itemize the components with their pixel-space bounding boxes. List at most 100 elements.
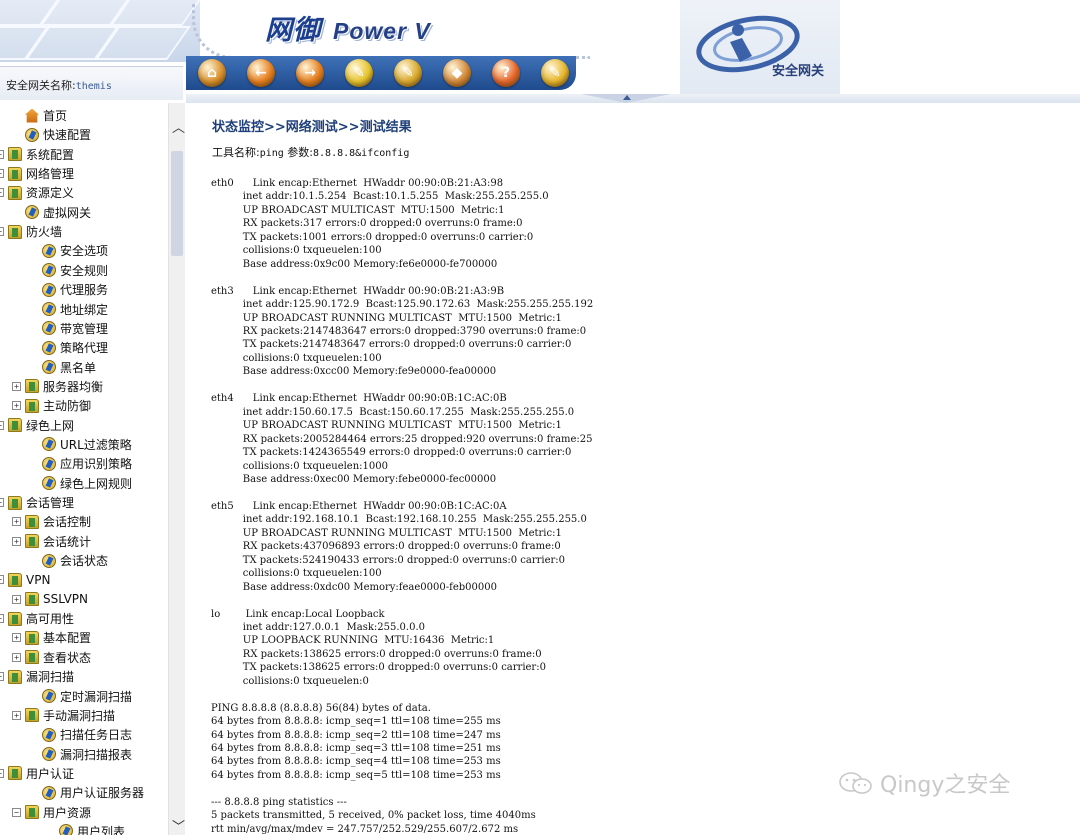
collapse-icon[interactable]: − xyxy=(0,614,4,624)
sidebar-item-17[interactable]: URL过滤策略 xyxy=(42,435,132,454)
sidebar-item-label: 用户列表 xyxy=(77,824,126,835)
sidebar-item-18[interactable]: 应用识别策略 xyxy=(42,454,132,473)
sidebar-nav: 首页快速配置 + 系统配置 + 网络管理 + 资源定义虚拟网关 − 防火墙安全选项安全规则代理服… xyxy=(0,103,168,835)
sidebar-item-30[interactable]: 定时漏洞扫描 xyxy=(42,687,132,706)
expand-icon[interactable]: + xyxy=(0,149,4,159)
expand-icon[interactable]: + xyxy=(0,169,4,179)
home-icon: ⌂ xyxy=(206,65,218,81)
sidebar-item-37[interactable]: 用户列表 xyxy=(59,822,125,835)
scrollbar-thumb[interactable] xyxy=(171,151,183,256)
sidebar-item-label: 漏洞扫描 xyxy=(26,670,75,685)
sidebar-item-21[interactable]: + 会话控制 xyxy=(12,512,91,531)
sidebar-item-5[interactable]: 虚拟网关 xyxy=(25,203,91,222)
sidebar-item-12[interactable]: 策略代理 xyxy=(42,338,108,357)
toolbar-back-button[interactable]: ← xyxy=(247,59,275,87)
sidebar-item-22[interactable]: + 会话统计 xyxy=(12,532,91,551)
sidebar-item-8[interactable]: 安全规则 xyxy=(42,261,108,280)
sidebar-item-1[interactable]: 快速配置 xyxy=(25,125,91,144)
sidebar-item-16[interactable]: − 绿色上网 xyxy=(0,416,74,435)
toolbar-edit-button[interactable]: ✎ xyxy=(394,59,422,87)
page-icon xyxy=(42,785,56,800)
sidebar-item-33[interactable]: 漏洞扫描报表 xyxy=(42,745,132,764)
sidebar-item-32[interactable]: 扫描任务日志 xyxy=(42,725,132,744)
sidebar-item-25[interactable]: + SSLVPN xyxy=(12,590,88,609)
expand-icon[interactable]: + xyxy=(12,594,21,604)
sidebar-item-label: 扫描任务日志 xyxy=(60,728,133,743)
folder-icon xyxy=(8,495,22,510)
brand-logo: 网御 Power V xyxy=(265,8,431,47)
toolbar-tools-button[interactable]: ✎ xyxy=(541,59,569,87)
breadcrumb: 状态监控>>网络测试>>测试结果 xyxy=(212,120,412,135)
sidebar-item-20[interactable]: − 会话管理 xyxy=(0,493,74,512)
page-icon xyxy=(59,824,73,835)
expand-icon[interactable]: + xyxy=(12,381,21,391)
sidebar-item-label: 首页 xyxy=(43,109,68,123)
sidebar-item-label: 虚拟网关 xyxy=(43,205,92,220)
tool-label: 工具名称: xyxy=(212,146,260,159)
param-label: 参数: xyxy=(283,146,314,159)
watermark: Qingy之安全 xyxy=(838,767,1010,799)
expand-icon[interactable]: + xyxy=(12,401,21,411)
sidebar-item-3[interactable]: + 网络管理 xyxy=(0,164,74,183)
expand-icon[interactable]: + xyxy=(0,188,4,198)
toolbar-pencil-button[interactable]: ✎ xyxy=(345,59,373,87)
sidebar-item-31[interactable]: + 手动漏洞扫描 xyxy=(12,706,115,725)
sidebar-item-24[interactable]: − VPN xyxy=(0,570,50,589)
sidebar-scrollbar[interactable]: ︿ ﹀ xyxy=(168,103,185,835)
sidebar-item-label: 基本配置 xyxy=(43,631,92,646)
collapse-icon[interactable]: − xyxy=(0,227,4,237)
sidebar-item-2[interactable]: + 系统配置 xyxy=(0,145,74,164)
sidebar-item-label: 用户认证服务器 xyxy=(60,786,145,801)
collapse-icon[interactable]: − xyxy=(0,575,4,585)
scroll-up-icon[interactable]: ︿ xyxy=(172,117,185,136)
sidebar-item-9[interactable]: 代理服务 xyxy=(42,280,108,299)
expand-icon[interactable]: + xyxy=(12,517,21,527)
collapse-icon[interactable]: − xyxy=(0,498,4,507)
sidebar-item-34[interactable]: − 用户认证 xyxy=(0,764,74,783)
expand-icon[interactable]: + xyxy=(12,710,21,720)
sidebar-item-36[interactable]: − 用户资源 xyxy=(12,803,91,822)
folder-icon xyxy=(25,592,39,607)
sidebar-item-10[interactable]: 地址绑定 xyxy=(42,300,108,319)
sidebar-item-15[interactable]: + 主动防御 xyxy=(12,396,91,415)
sidebar-item-14[interactable]: + 服务器均衡 xyxy=(12,377,103,396)
sidebar-item-label: 用户认证 xyxy=(26,766,75,781)
expand-icon[interactable]: + xyxy=(12,536,21,546)
sidebar-item-6[interactable]: − 防火墙 xyxy=(0,222,62,241)
collapse-arrow-icon[interactable] xyxy=(623,95,631,100)
collapse-icon[interactable]: − xyxy=(0,420,4,430)
sidebar-item-label: 会话状态 xyxy=(60,554,109,569)
sidebar-item-13[interactable]: 黑名单 xyxy=(42,358,96,377)
sidebar-item-4[interactable]: + 资源定义 xyxy=(0,183,74,202)
sidebar-item-7[interactable]: 安全选项 xyxy=(42,241,108,260)
header: 安全网关名称:themis 网御 Power V ⌂ ← → ✎ ✎ ◆? ✎ 安全网关 xyxy=(0,0,1080,103)
collapse-icon[interactable]: − xyxy=(12,807,21,817)
sidebar-item-23[interactable]: 会话状态 xyxy=(42,551,108,570)
toolbar-diamond-button[interactable]: ◆ xyxy=(443,59,471,87)
folder-icon xyxy=(8,147,22,162)
sidebar-item-19[interactable]: 绿色上网规则 xyxy=(42,474,132,493)
sidebar-item-35[interactable]: 用户认证服务器 xyxy=(42,783,144,802)
param-value: 8.8.8.8&ifconfig xyxy=(313,148,410,159)
scroll-down-icon[interactable]: ﹀ xyxy=(172,816,185,835)
page-icon xyxy=(42,689,56,703)
sidebar-item-26[interactable]: − 高可用性 xyxy=(0,609,74,628)
toolbar-help-button[interactable]: ? xyxy=(492,59,520,87)
expand-icon[interactable]: + xyxy=(12,652,21,662)
sidebar-item-11[interactable]: 带宽管理 xyxy=(42,319,108,338)
help-icon: ? xyxy=(501,65,511,81)
folder-icon xyxy=(8,766,22,781)
sidebar-item-27[interactable]: + 基本配置 xyxy=(12,628,91,647)
page-icon xyxy=(25,127,39,142)
sidebar-item-0[interactable]: 首页 xyxy=(25,106,67,125)
collapse-icon[interactable]: − xyxy=(0,768,4,778)
sidebar-item-28[interactable]: + 查看状态 xyxy=(12,648,91,667)
page-icon xyxy=(25,205,39,220)
collapse-icon[interactable]: − xyxy=(0,672,4,682)
sidebar-item-29[interactable]: − 漏洞扫描 xyxy=(0,667,74,686)
toolbar-home-button[interactable]: ⌂ xyxy=(198,59,226,87)
page-icon xyxy=(42,282,56,297)
expand-icon[interactable]: + xyxy=(12,633,21,643)
toolbar-forward-button[interactable]: → xyxy=(296,59,324,87)
sidebar-item-label: VPN xyxy=(26,572,51,587)
